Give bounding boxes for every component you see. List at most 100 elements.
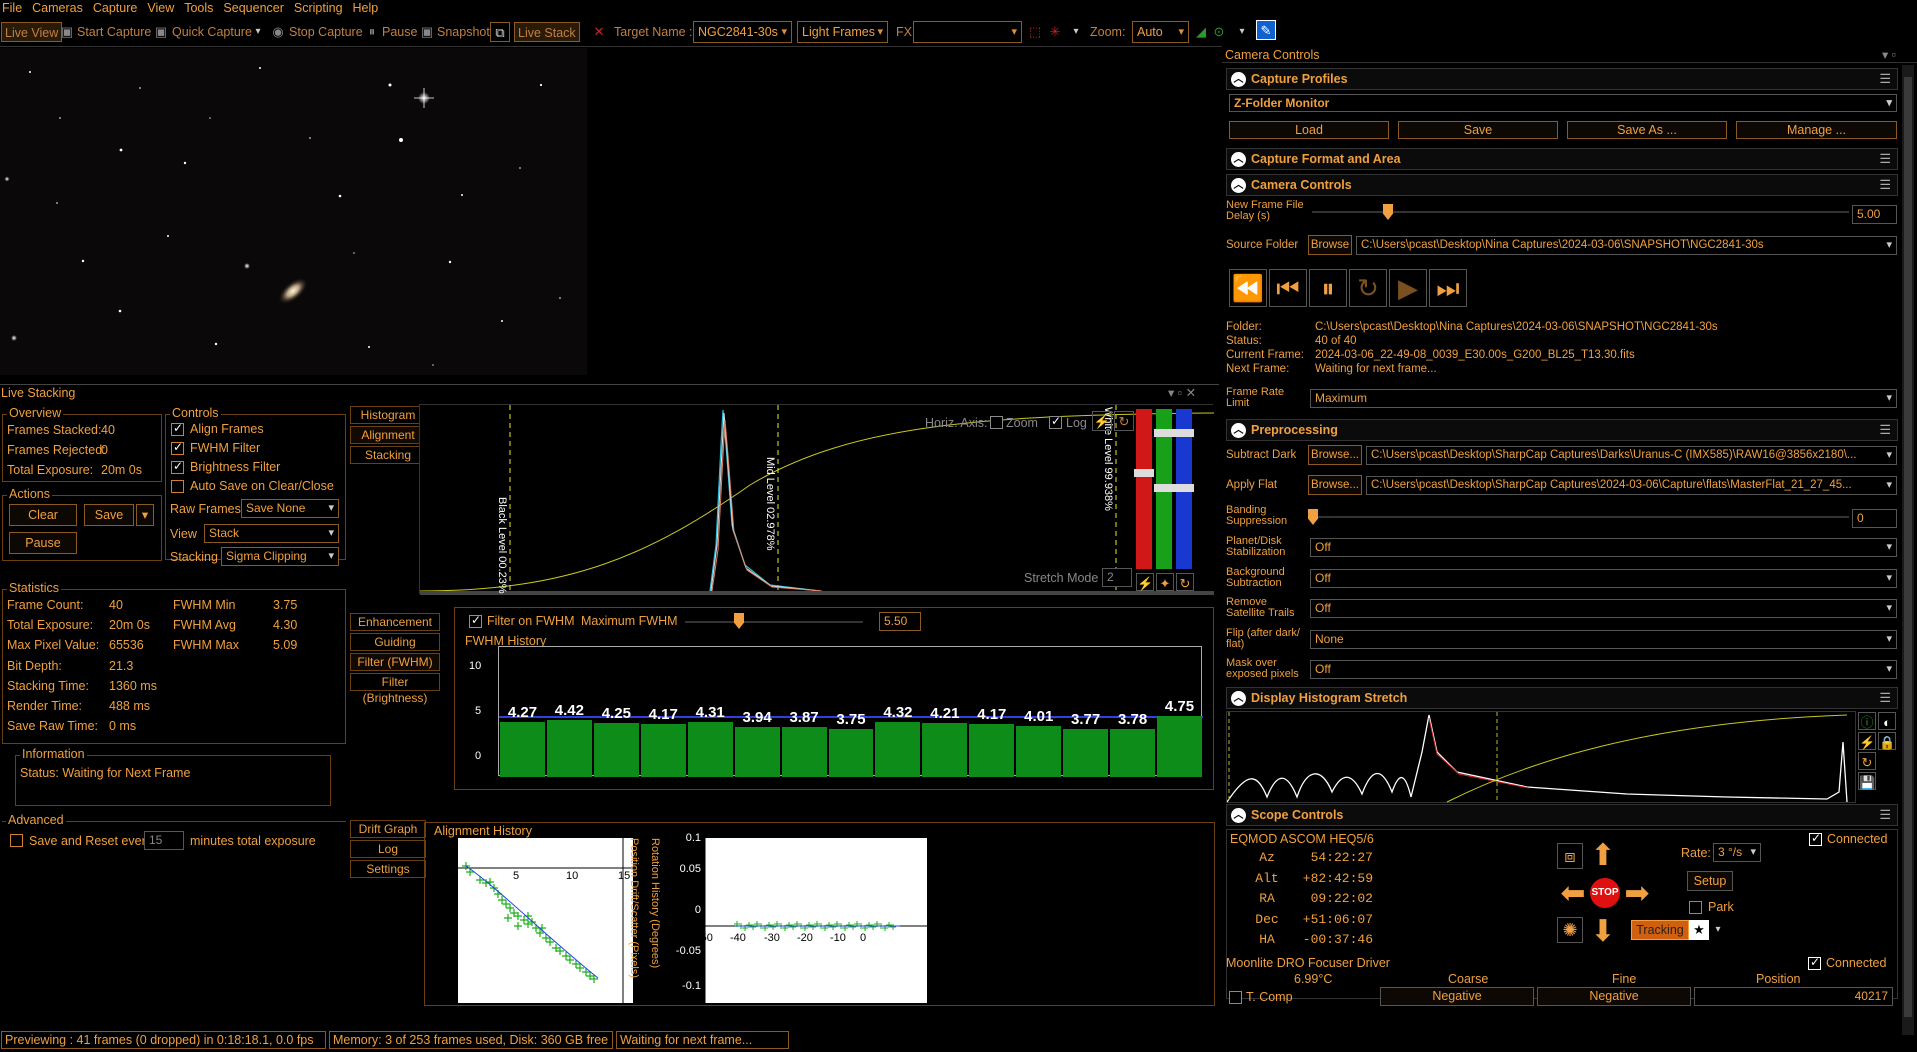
tab-stacking[interactable]: Stacking bbox=[350, 446, 426, 464]
log-axis-checkbox[interactable] bbox=[1049, 414, 1062, 429]
contrast-icon[interactable]: ◐ bbox=[1878, 712, 1896, 730]
new-frame-delay-input[interactable]: 5.00 bbox=[1852, 205, 1897, 224]
t-comp-checkbox[interactable] bbox=[1229, 991, 1242, 1004]
play-icon[interactable]: ▶ bbox=[1389, 269, 1427, 307]
chevron-down-icon[interactable]: ▾ bbox=[252, 22, 264, 42]
preprocessing-option-select[interactable]: Off bbox=[1310, 660, 1897, 679]
save-dropdown-icon[interactable]: ▾ bbox=[136, 504, 154, 526]
preprocessing-option-select[interactable]: Off bbox=[1310, 538, 1897, 557]
profile-save-as-button[interactable]: Save As ... bbox=[1567, 121, 1727, 139]
save-reset-checkbox[interactable] bbox=[10, 834, 23, 847]
crop-icon[interactable]: ⬚ bbox=[1028, 22, 1042, 42]
apply-flat-browse-button[interactable]: Browse... bbox=[1308, 475, 1362, 495]
banding-suppression-input[interactable]: 0 bbox=[1852, 509, 1897, 528]
tool-dropdown-icon[interactable]: ▾ bbox=[1236, 22, 1248, 42]
preprocessing-option-select[interactable]: Off bbox=[1310, 599, 1897, 618]
profile-manage-button[interactable]: Manage ... bbox=[1736, 121, 1897, 139]
home-icon[interactable]: ✺ bbox=[1557, 917, 1583, 943]
section-menu-icon[interactable]: ☰ bbox=[1879, 690, 1891, 706]
frame-type-combo[interactable]: Light Frames bbox=[797, 21, 888, 43]
green-channel-slider[interactable] bbox=[1154, 409, 1174, 569]
focuser-connected-checkbox[interactable] bbox=[1808, 955, 1821, 970]
capture-format-header[interactable]: ︿ Capture Format and Area ☰ bbox=[1226, 148, 1898, 170]
reset-display-icon[interactable]: ↻ bbox=[1858, 752, 1876, 770]
capture-profile-select[interactable]: Z-Folder Monitor bbox=[1229, 94, 1897, 112]
max-fwhm-slider[interactable] bbox=[685, 621, 863, 623]
lock-icon[interactable]: 🔒 bbox=[1878, 732, 1896, 750]
south-arrow-icon[interactable]: ⬇ bbox=[1587, 917, 1619, 947]
menu-view[interactable]: View bbox=[146, 0, 183, 16]
save-display-icon[interactable]: 💾 bbox=[1858, 772, 1876, 790]
display-histogram-header[interactable]: ︿ Display Histogram Stretch ☰ bbox=[1226, 687, 1898, 709]
menu-tools[interactable]: Tools bbox=[183, 0, 222, 16]
section-menu-icon[interactable]: ☰ bbox=[1879, 422, 1891, 438]
mount-connected-checkbox[interactable] bbox=[1809, 831, 1822, 846]
reset-stretch-icon[interactable]: ↻ bbox=[1114, 411, 1134, 431]
rewind-icon[interactable]: ⏪ bbox=[1229, 269, 1267, 307]
max-fwhm-slider-thumb[interactable] bbox=[734, 613, 744, 629]
replay-icon[interactable]: ↻ bbox=[1349, 269, 1387, 307]
snapshot-button[interactable]: Snapshot bbox=[437, 22, 490, 42]
source-folder-select[interactable]: C:\Users\pcast\Desktop\Nina Captures\202… bbox=[1356, 236, 1897, 255]
auto-save-checkbox[interactable] bbox=[171, 480, 184, 493]
preprocessing-option-select[interactable]: None bbox=[1310, 629, 1897, 649]
zoom-axis-checkbox[interactable] bbox=[990, 416, 1003, 429]
collapse-icon[interactable]: ︿ bbox=[1231, 691, 1246, 706]
channel-auto-icon[interactable]: ⚡ bbox=[1136, 573, 1154, 591]
source-folder-browse-button[interactable]: Browse bbox=[1308, 235, 1352, 255]
save-reset-minutes-input[interactable]: 15 bbox=[144, 831, 184, 850]
collapse-icon[interactable]: ︿ bbox=[1231, 808, 1246, 823]
north-arrow-icon[interactable]: ⬆ bbox=[1587, 841, 1619, 871]
panel-menu-icon[interactable]: ▾ ▫ bbox=[1882, 47, 1896, 62]
tab-alignment[interactable]: Alignment bbox=[350, 426, 426, 444]
tab-drift-graph[interactable]: Drift Graph bbox=[350, 820, 426, 838]
auto-stretch-icon[interactable]: ⚡ bbox=[1092, 411, 1112, 431]
menu-help[interactable]: Help bbox=[352, 0, 388, 16]
collapse-icon[interactable]: ︿ bbox=[1231, 423, 1246, 438]
mount-setup-button[interactable]: Setup bbox=[1687, 871, 1733, 891]
park-checkbox[interactable] bbox=[1689, 901, 1702, 914]
tracking-button[interactable]: Tracking bbox=[1631, 920, 1689, 940]
camera-controls-header[interactable]: ︿ Camera Controls ☰ bbox=[1226, 174, 1898, 196]
panel-pin-icon[interactable]: ▾ ▫ ✕ bbox=[1168, 385, 1196, 400]
frame-rate-select[interactable]: Maximum bbox=[1310, 389, 1897, 408]
scope-controls-header[interactable]: ︿ Scope Controls ☰ bbox=[1226, 804, 1898, 826]
feather-icon[interactable]: ✎ bbox=[1256, 20, 1276, 40]
image-preview[interactable] bbox=[0, 48, 587, 375]
raw-frames-select[interactable]: Save None bbox=[241, 499, 339, 518]
menu-capture[interactable]: Capture bbox=[92, 0, 146, 16]
stop-button[interactable]: STOP bbox=[1590, 878, 1620, 908]
save-stack-button[interactable]: Save bbox=[84, 504, 134, 526]
banding-suppression-slider[interactable] bbox=[1312, 516, 1849, 518]
histogram-icon[interactable]: ◢ bbox=[1194, 22, 1208, 42]
rate-select[interactable]: 3 °/s bbox=[1713, 843, 1761, 862]
west-arrow-icon[interactable]: ⬅ bbox=[1557, 879, 1589, 909]
tab-enhancement[interactable]: Enhancement bbox=[350, 613, 440, 631]
star-tracking-icon[interactable]: ★ bbox=[1689, 920, 1709, 940]
stack-icon[interactable]: ⧉ bbox=[490, 22, 510, 42]
max-fwhm-input[interactable]: 5.50 bbox=[879, 612, 921, 631]
coarse-negative-button[interactable]: Negative bbox=[1380, 987, 1534, 1006]
apply-flat-select[interactable]: C:\Users\pcast\Desktop\SharpCap Captures… bbox=[1366, 476, 1897, 495]
menu-cameras[interactable]: Cameras bbox=[31, 0, 92, 16]
section-menu-icon[interactable]: ☰ bbox=[1879, 807, 1891, 823]
preprocessing-header[interactable]: ︿ Preprocessing ☰ bbox=[1226, 419, 1898, 441]
tracking-dropdown-icon[interactable]: ▾ bbox=[1711, 920, 1725, 940]
collapse-icon[interactable]: ︿ bbox=[1231, 152, 1246, 167]
stack-histogram[interactable]: Black Level 00.23% Mid Level 02.978% Whi… bbox=[419, 404, 1215, 595]
start-capture-button[interactable]: Start Capture bbox=[77, 22, 151, 42]
profile-load-button[interactable]: Load bbox=[1229, 121, 1389, 139]
new-frame-delay-thumb[interactable] bbox=[1383, 204, 1393, 220]
banding-suppression-thumb[interactable] bbox=[1308, 509, 1318, 525]
section-menu-icon[interactable]: ☰ bbox=[1879, 71, 1891, 87]
pause-playback-icon[interactable]: ⏸ bbox=[1309, 269, 1347, 307]
channel-reset-icon[interactable]: ↻ bbox=[1176, 573, 1194, 591]
channel-star-icon[interactable]: ✦ bbox=[1156, 573, 1174, 591]
pause-stack-button[interactable]: Pause bbox=[9, 532, 77, 554]
collapse-icon[interactable]: ︿ bbox=[1231, 72, 1246, 87]
quick-capture-button[interactable]: Quick Capture bbox=[172, 22, 252, 42]
tab-filter-brightness[interactable]: Filter (Brightness) bbox=[350, 673, 440, 705]
histogram-info-icon[interactable]: ⓘ bbox=[1858, 712, 1876, 730]
subtract-dark-select[interactable]: C:\Users\pcast\Desktop\SharpCap Captures… bbox=[1366, 446, 1897, 465]
view-select[interactable]: Stack bbox=[204, 524, 339, 543]
